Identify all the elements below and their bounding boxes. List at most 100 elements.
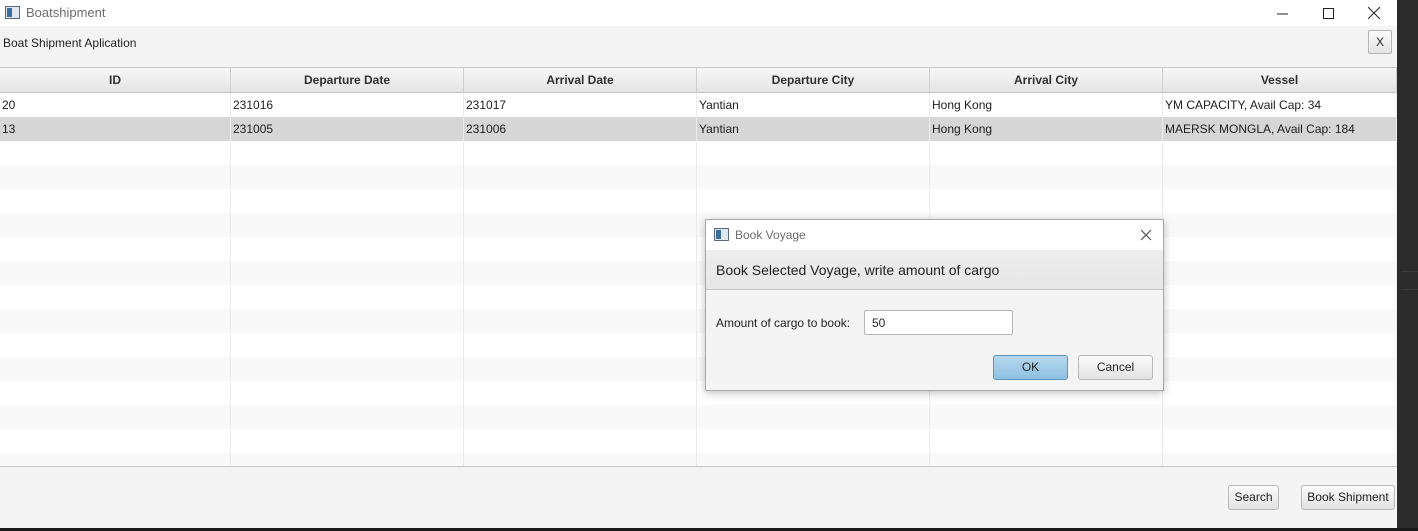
table-cell-empty: [231, 285, 464, 309]
cell-arrival-date: 231006: [464, 117, 697, 141]
table-cell-empty: [1163, 261, 1397, 285]
table-row-empty: [0, 357, 1397, 381]
cell-departure-date: 231005: [231, 117, 464, 141]
table-cell-empty: [0, 285, 231, 309]
table-row-selected[interactable]: 13 231005 231006 Yantian Hong Kong MAERS…: [0, 117, 1397, 141]
table-cell-empty: [697, 165, 930, 189]
cargo-amount-label: Amount of cargo to book:: [716, 316, 851, 330]
table-cell-empty: [1163, 357, 1397, 381]
table-cell-empty: [697, 453, 930, 466]
dialog-window-icon: [714, 228, 729, 241]
dialog-titlebar: Book Voyage: [706, 220, 1163, 250]
table-row-empty: [0, 453, 1397, 466]
column-header-arrival-city[interactable]: Arrival City: [930, 68, 1163, 93]
dialog-close-icon[interactable]: [1138, 227, 1154, 243]
cargo-amount-input[interactable]: [864, 310, 1013, 335]
table-cell-empty: [1163, 285, 1397, 309]
table-cell-empty: [1163, 333, 1397, 357]
column-header-arrival-date[interactable]: Arrival Date: [464, 68, 697, 93]
table-cell-empty: [464, 381, 697, 405]
cancel-button[interactable]: Cancel: [1078, 355, 1153, 380]
table-row[interactable]: 20 231016 231017 Yantian Hong Kong YM CA…: [0, 93, 1397, 117]
table-row-empty: [0, 285, 1397, 309]
table-cell-empty: [1163, 213, 1397, 237]
table-cell-empty: [0, 141, 231, 165]
table-cell-empty: [464, 213, 697, 237]
table-cell-empty: [930, 453, 1163, 466]
table-cell-empty: [930, 165, 1163, 189]
table-header: ID Departure Date Arrival Date Departure…: [0, 68, 1397, 93]
table-cell-empty: [0, 453, 231, 466]
table-cell-empty: [464, 261, 697, 285]
table-cell-empty: [464, 141, 697, 165]
ok-button[interactable]: OK: [993, 355, 1068, 380]
table-cell-empty: [231, 189, 464, 213]
table-cell-empty: [464, 309, 697, 333]
table-cell-empty: [231, 357, 464, 381]
table-cell-empty: [0, 405, 231, 429]
table-cell-empty: [464, 189, 697, 213]
search-button[interactable]: Search: [1228, 485, 1279, 510]
background-divider: [1401, 289, 1418, 290]
table-cell-empty: [1163, 381, 1397, 405]
background-strip: [1397, 0, 1418, 531]
window-titlebar: Boatshipment: [0, 0, 1397, 26]
table-cell-empty: [464, 429, 697, 453]
table-cell-empty: [0, 429, 231, 453]
window-title: Boatshipment: [26, 5, 106, 20]
background-divider: [1401, 271, 1418, 272]
table-row-empty: [0, 237, 1397, 261]
cell-arrival-city: Hong Kong: [930, 117, 1163, 141]
table-row-empty: [0, 429, 1397, 453]
column-header-departure-date[interactable]: Departure Date: [231, 68, 464, 93]
app-header-bar: Boat Shipment Aplication X: [0, 26, 1397, 66]
table-row-empty: [0, 165, 1397, 189]
column-header-departure-city[interactable]: Departure City: [697, 68, 930, 93]
table-row-empty: [0, 141, 1397, 165]
table-body: 20 231016 231017 Yantian Hong Kong YM CA…: [0, 93, 1397, 466]
maximize-icon: [1322, 7, 1334, 19]
table-cell-empty: [0, 309, 231, 333]
book-shipment-button[interactable]: Book Shipment: [1301, 485, 1395, 510]
table-cell-empty: [1163, 141, 1397, 165]
table-cell-empty: [1163, 309, 1397, 333]
table-cell-empty: [1163, 405, 1397, 429]
table-cell-empty: [1163, 165, 1397, 189]
table-cell-empty: [231, 453, 464, 466]
minimize-button[interactable]: [1259, 0, 1305, 26]
dialog-header: Book Selected Voyage, write amount of ca…: [706, 250, 1163, 290]
minimize-icon: [1276, 13, 1288, 14]
table-cell-empty: [231, 261, 464, 285]
table-cell-empty: [697, 429, 930, 453]
table-row-empty: [0, 261, 1397, 285]
book-voyage-dialog: Book Voyage Book Selected Voyage, write …: [705, 219, 1164, 391]
table-row-empty: [0, 381, 1397, 405]
table-cell-empty: [231, 309, 464, 333]
table-cell-empty: [1163, 189, 1397, 213]
app-window-icon: [5, 6, 20, 19]
table-cell-empty: [231, 381, 464, 405]
app-close-button[interactable]: X: [1368, 30, 1392, 54]
cell-id: 20: [0, 93, 231, 117]
close-window-button[interactable]: [1351, 0, 1397, 26]
table-cell-empty: [0, 261, 231, 285]
table-cell-empty: [464, 357, 697, 381]
maximize-button[interactable]: [1305, 0, 1351, 26]
voyage-table: ID Departure Date Arrival Date Departure…: [0, 67, 1397, 467]
table-cell-empty: [0, 333, 231, 357]
table-cell-empty: [0, 237, 231, 261]
table-cell-empty: [930, 429, 1163, 453]
cell-arrival-city: Hong Kong: [930, 93, 1163, 117]
column-header-vessel[interactable]: Vessel: [1163, 68, 1397, 93]
table-cell-empty: [231, 213, 464, 237]
column-header-id[interactable]: ID: [0, 68, 231, 93]
cell-departure-city: Yantian: [697, 93, 930, 117]
cell-arrival-date: 231017: [464, 93, 697, 117]
cell-id: 13: [0, 117, 231, 141]
table-cell-empty: [464, 237, 697, 261]
dialog-title: Book Voyage: [735, 228, 806, 242]
table-cell-empty: [0, 381, 231, 405]
table-cell-empty: [1163, 429, 1397, 453]
table-cell-empty: [0, 189, 231, 213]
cell-vessel: MAERSK MONGLA, Avail Cap: 184: [1163, 117, 1397, 141]
